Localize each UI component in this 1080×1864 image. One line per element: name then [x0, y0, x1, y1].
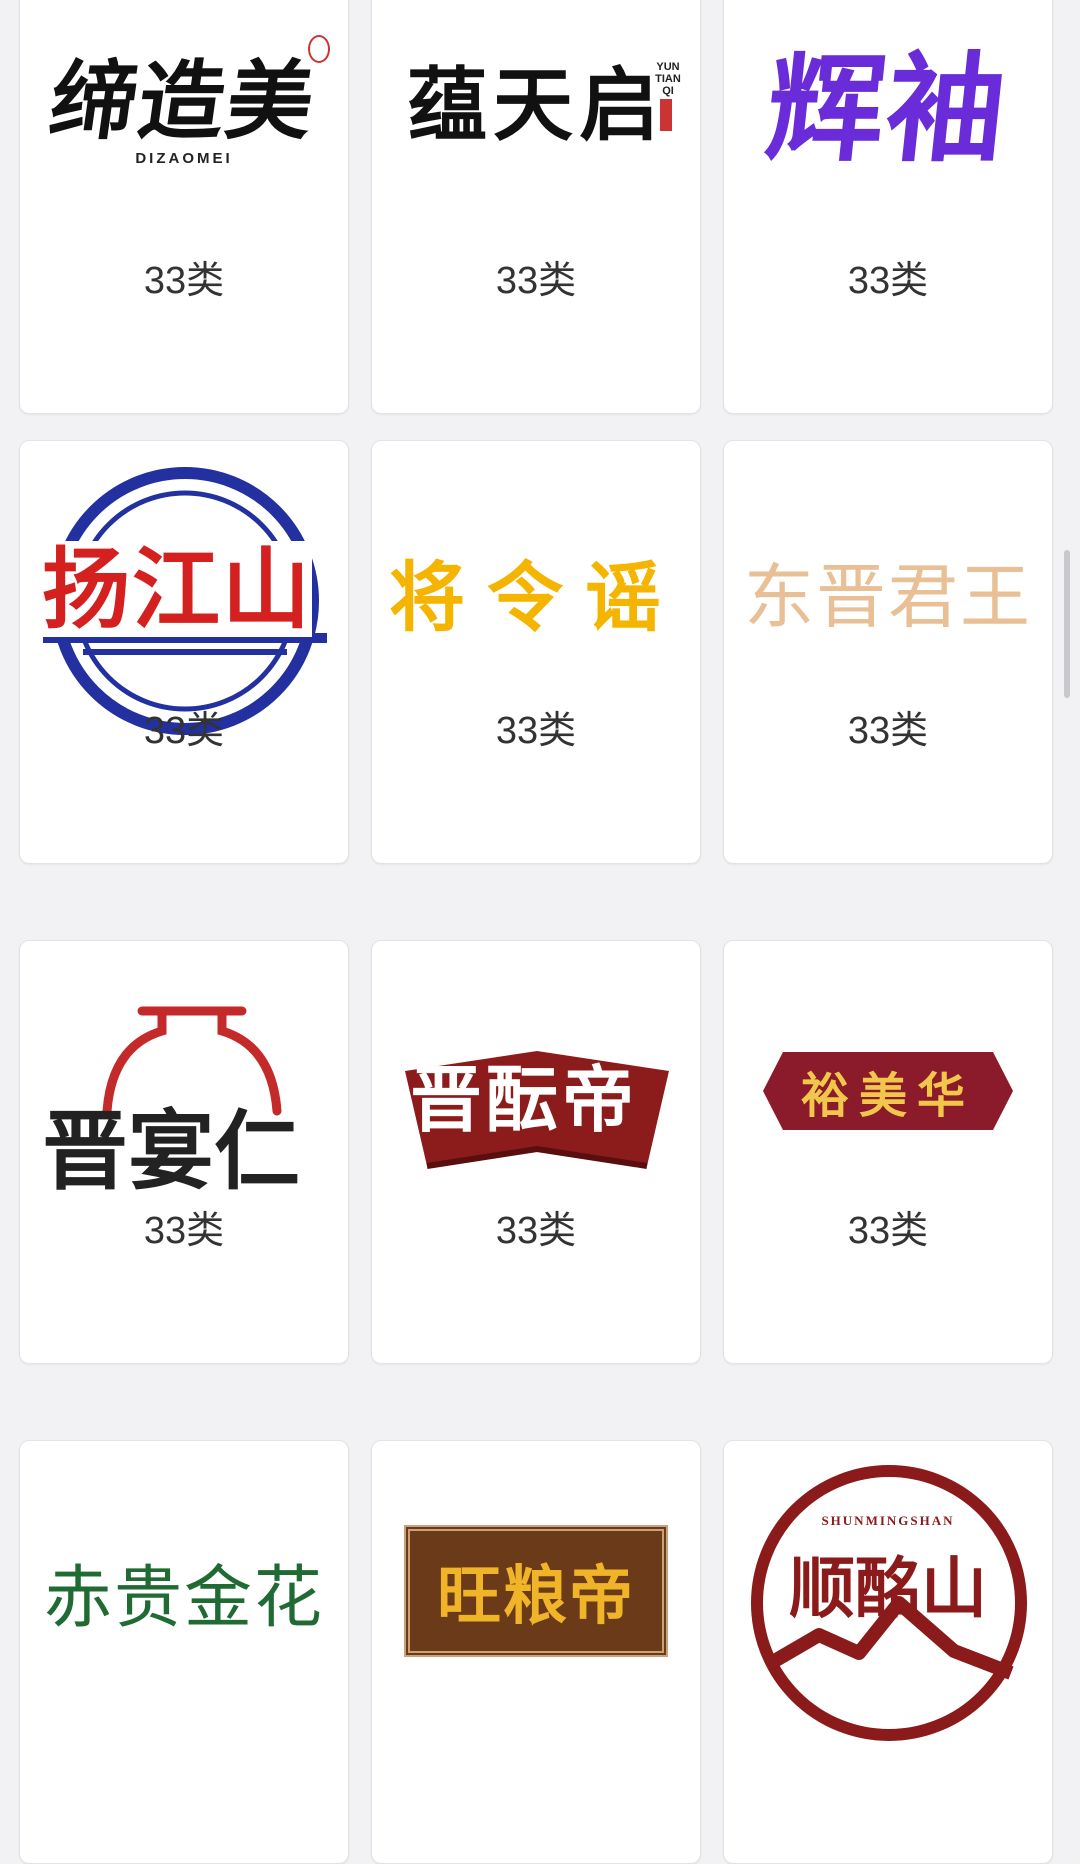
category-label: 33类: [143, 1210, 225, 1252]
framed-plaque: 旺粮帝: [404, 1525, 668, 1657]
scrollbar-thumb[interactable]: [1064, 550, 1070, 698]
brand-logo: SHUNMINGSHAN 顺酩山: [724, 1441, 1052, 1771]
category-label: 33类: [495, 710, 577, 752]
logo-text: 辉袖: [759, 39, 1015, 178]
logo-pinyin: SHUNMINGSHAN: [821, 1513, 955, 1528]
logo-text: 东晋君王: [744, 555, 1032, 638]
logo-text: 缔造美: [43, 50, 322, 152]
brand-logo: 裕美华: [724, 941, 1052, 1241]
category-label: 33类: [143, 710, 225, 752]
product-card[interactable]: 扬江山 33类: [19, 440, 349, 864]
product-card[interactable]: 辉袖 33类: [723, 0, 1053, 414]
product-card[interactable]: 将令谣 33类: [371, 440, 701, 864]
brand-logo: 蕴天启 YUN TIAN QI: [372, 0, 700, 206]
brand-logo: 将令谣: [372, 441, 700, 741]
product-card[interactable]: SHUNMINGSHAN 顺酩山: [723, 1440, 1053, 1864]
brand-logo: 赤贵金花: [20, 1441, 348, 1741]
logo-text: 顺酩山: [789, 1549, 987, 1627]
brand-logo: 晋酝帝: [372, 941, 700, 1241]
category-label: 33类: [495, 260, 577, 302]
seal-icon: [308, 35, 330, 63]
product-card[interactable]: 晋酝帝 33类: [371, 940, 701, 1364]
brand-logo: 缔造美 DIZAOMEI: [20, 0, 348, 206]
brand-logo: 东晋君王: [724, 441, 1052, 741]
logo-text: 晋宴仁: [42, 1101, 300, 1202]
ornate-plaque: 裕美华: [763, 1052, 1013, 1130]
brand-logo: 辉袖: [724, 0, 1052, 206]
logo-pinyin: YUN TIAN QI: [655, 61, 681, 97]
product-card[interactable]: 缔造美 DIZAOMEI 33类: [19, 0, 349, 414]
category-label: 33类: [847, 260, 929, 302]
brand-logo: 晋宴仁: [20, 941, 348, 1241]
logo-text: 旺粮帝: [437, 1559, 635, 1634]
category-label: 33类: [847, 710, 929, 752]
logo-text: 赤贵金花: [43, 1558, 324, 1638]
logo-text: 扬江山: [42, 537, 313, 641]
seal-icon: [660, 99, 672, 131]
brand-logo: 旺粮帝: [372, 1441, 700, 1741]
category-label: 33类: [847, 1210, 929, 1252]
logo-text: 蕴天启: [407, 57, 665, 152]
logo-text: 裕美华: [800, 1068, 975, 1124]
product-card[interactable]: 蕴天启 YUN TIAN QI 33类: [371, 0, 701, 414]
product-card[interactable]: 晋宴仁 33类: [19, 940, 349, 1364]
logo-text: 将令谣: [389, 553, 683, 642]
product-card[interactable]: 裕美华 33类: [723, 940, 1053, 1364]
product-card[interactable]: 东晋君王 33类: [723, 440, 1053, 864]
category-label: 33类: [143, 260, 225, 302]
product-card[interactable]: 旺粮帝: [371, 1440, 701, 1864]
logo-text: 晋酝帝: [410, 1057, 639, 1142]
category-label: 33类: [495, 1210, 577, 1252]
product-card[interactable]: 赤贵金花: [19, 1440, 349, 1864]
